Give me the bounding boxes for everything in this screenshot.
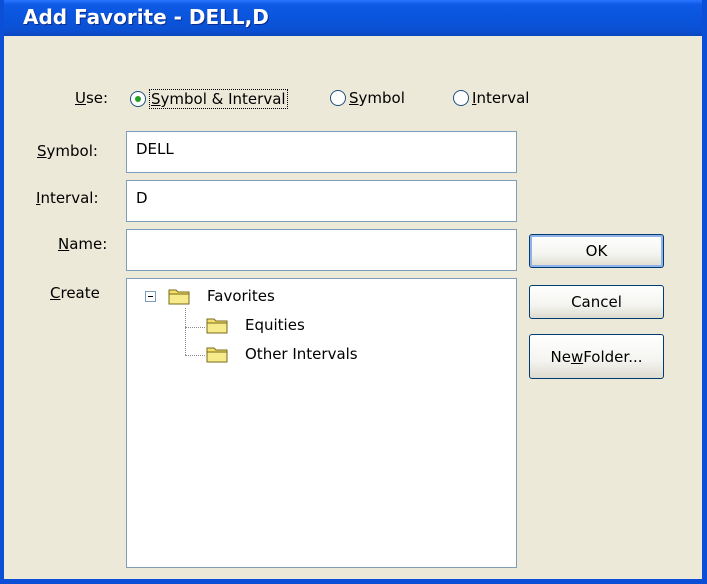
radio-symbol-interval[interactable]: Symbol & Interval xyxy=(130,89,288,109)
symbol-input[interactable]: DELL xyxy=(126,131,517,173)
folder-icon xyxy=(168,289,190,305)
new-folder-button[interactable]: Ne w Folder... xyxy=(529,334,664,379)
radio-symbol[interactable]: Symbol xyxy=(330,89,405,107)
tree-item-equities[interactable]: Equities xyxy=(245,316,305,334)
name-label: Name: xyxy=(58,235,108,253)
ok-button[interactable]: OK xyxy=(529,234,664,268)
collapse-icon[interactable] xyxy=(145,291,156,302)
tree-connector xyxy=(185,327,205,328)
radio-symbol-interval-label: Symbol & Interval xyxy=(149,89,288,109)
name-input[interactable] xyxy=(126,229,517,271)
radio-unchecked-icon xyxy=(453,90,469,106)
folder-icon xyxy=(206,318,228,334)
radio-symbol-label: Symbol xyxy=(349,89,405,107)
tree-connector xyxy=(185,355,205,356)
create-label: Create xyxy=(50,284,100,302)
radio-interval-label: Interval xyxy=(472,89,530,107)
tree-item-other-intervals[interactable]: Other Intervals xyxy=(245,345,358,363)
radio-unchecked-icon xyxy=(330,90,346,106)
radio-interval[interactable]: Interval xyxy=(453,89,529,107)
title-bar[interactable]: Add Favorite - DELL,D xyxy=(4,0,702,36)
cancel-button[interactable]: Cancel xyxy=(529,285,664,319)
interval-label: Interval: xyxy=(36,189,99,207)
symbol-label: Symbol: xyxy=(37,142,98,160)
tree-item-favorites[interactable]: Favorites xyxy=(207,287,275,305)
folder-icon xyxy=(206,347,228,363)
radio-checked-icon xyxy=(130,91,146,107)
window-title: Add Favorite - DELL,D xyxy=(23,5,269,29)
use-label: Use: xyxy=(75,89,109,107)
interval-input[interactable]: D xyxy=(126,180,517,222)
tree-connector xyxy=(185,308,186,355)
